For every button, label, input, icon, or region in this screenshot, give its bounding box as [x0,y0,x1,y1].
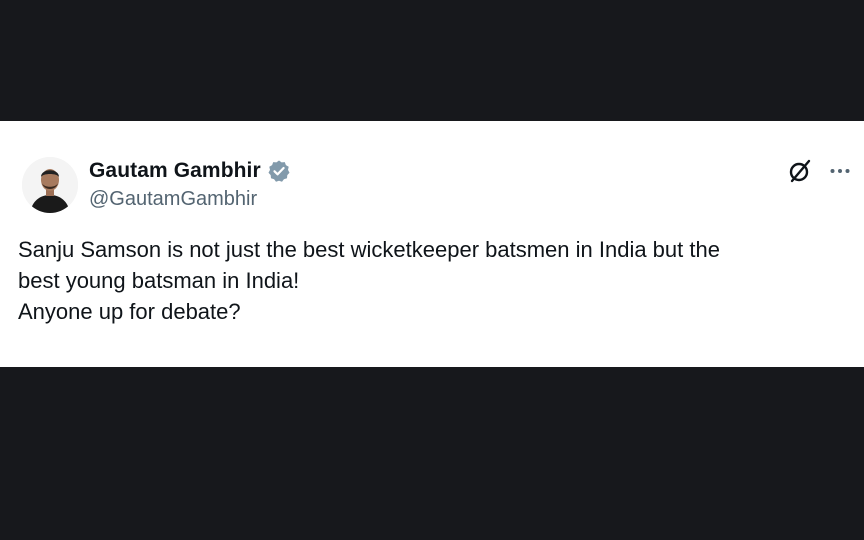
verified-badge-icon [267,159,291,183]
grok-icon [789,159,811,183]
author-name-row: Gautam Gambhir [89,157,291,185]
tweet-text: Sanju Samson is not just the best wicket… [18,234,858,327]
tweet-text-line: best young batsman in India! [18,268,300,293]
author-handle[interactable]: @GautamGambhir [89,188,257,211]
author-display-name[interactable]: Gautam Gambhir [89,159,261,183]
more-options-button[interactable] [826,157,854,185]
author-avatar[interactable] [22,157,78,213]
tweet-card: Gautam Gambhir @GautamGambhir Sanju Sams… [0,121,864,367]
tweet-text-line: Sanju Samson is not just the best wicket… [18,237,720,262]
tweet-text-line: Anyone up for debate? [18,299,241,324]
grok-button[interactable] [786,157,814,185]
more-horizontal-icon [830,169,850,173]
avatar-image [22,157,78,213]
